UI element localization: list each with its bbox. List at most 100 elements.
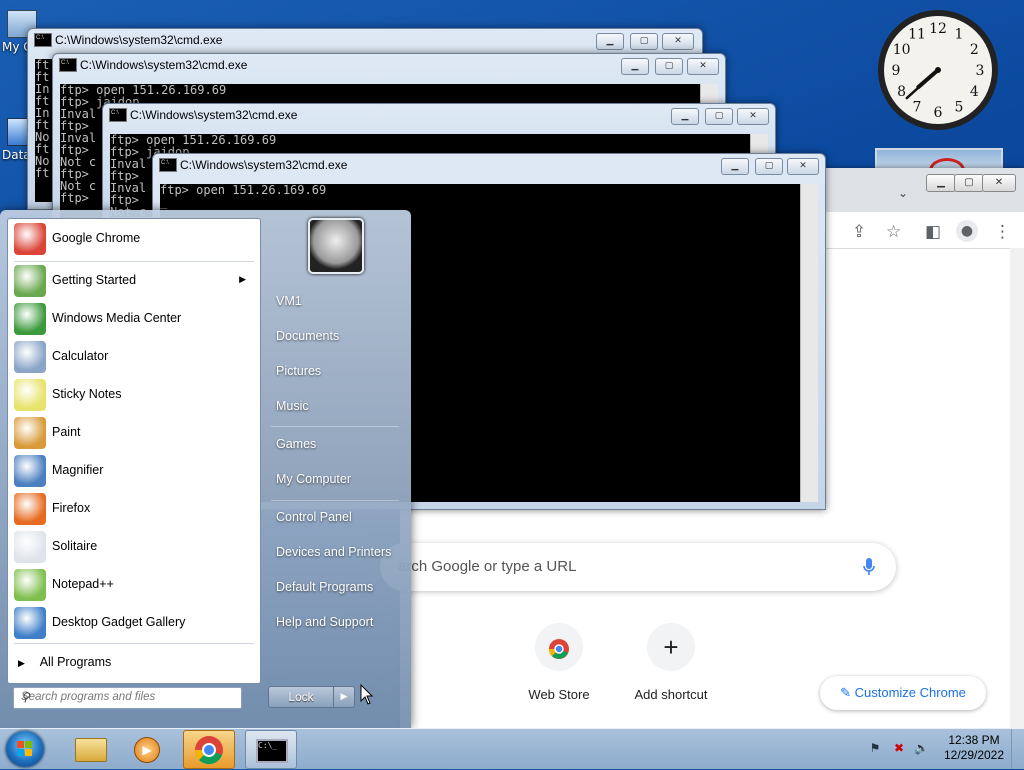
- start-menu-programs: Google Chrome Getting Started ▶ Windows Med…: [7, 218, 261, 684]
- notepad-plus-plus-icon: [14, 569, 46, 601]
- program-item[interactable]: Solitaire: [12, 529, 256, 565]
- places-item[interactable]: Music: [276, 399, 309, 413]
- divider: [271, 426, 399, 427]
- lock-label: Lock: [288, 690, 314, 704]
- network-error-icon[interactable]: ✖: [892, 741, 906, 755]
- program-item[interactable]: Notepad++: [12, 567, 256, 603]
- taskbar-chrome[interactable]: [183, 730, 235, 769]
- chrome-icon: [194, 736, 223, 765]
- program-item[interactable]: Magnifier: [12, 453, 256, 489]
- shutdown-options-button[interactable]: ▶: [333, 686, 355, 708]
- program-label: Solitaire: [52, 539, 98, 553]
- taskbar-explorer[interactable]: [66, 730, 116, 767]
- search-input[interactable]: arch Google or type a URL: [380, 543, 896, 591]
- clock-number: 10: [893, 42, 911, 58]
- taskbar-cmd[interactable]: C:\_: [245, 730, 297, 769]
- clock-gadget[interactable]: 12 12 3 45678 9 1011: [876, 8, 1000, 132]
- minimize-button[interactable]: ▁: [721, 158, 749, 175]
- program-label: Getting Started: [52, 273, 137, 287]
- customize-label: Customize Chrome: [854, 685, 966, 700]
- gadget-gallery-icon: [14, 607, 46, 639]
- maximize-button[interactable]: ▢: [705, 108, 733, 125]
- clock-number: 3: [976, 63, 985, 79]
- maximize-button[interactable]: ▢: [630, 33, 658, 50]
- close-button[interactable]: ✕: [662, 33, 694, 50]
- share-icon[interactable]: ⇪: [852, 222, 866, 242]
- places-item[interactable]: Games: [276, 437, 316, 451]
- program-item[interactable]: Getting Started ▶: [12, 263, 256, 299]
- program-item[interactable]: Desktop Gadget Gallery: [12, 605, 256, 641]
- chrome-webstore-icon: [535, 623, 583, 671]
- firefox-icon: [14, 493, 46, 525]
- star-icon[interactable]: ☆: [886, 222, 901, 242]
- places-item[interactable]: Control Panel: [276, 510, 352, 524]
- volume-icon[interactable]: 🔈: [914, 741, 929, 755]
- window-title-text: C:\Windows\system32\cmd.exe: [55, 33, 223, 47]
- minimize-button[interactable]: ▁: [926, 174, 956, 192]
- sidepanel-icon[interactable]: ◧: [925, 222, 941, 242]
- taskbar-media-player[interactable]: ▶: [122, 730, 172, 767]
- clock-time: 12:38 PM: [948, 733, 1000, 747]
- clock-number: 4: [970, 84, 979, 100]
- mouse-cursor: [360, 684, 374, 705]
- places-item[interactable]: Pictures: [276, 364, 321, 378]
- maximize-button[interactable]: ▢: [954, 174, 984, 192]
- vertical-scrollbar[interactable]: [800, 184, 818, 502]
- microphone-icon[interactable]: [862, 557, 876, 577]
- places-item[interactable]: Help and Support: [276, 615, 373, 629]
- program-item[interactable]: Paint: [12, 415, 256, 451]
- system-clock[interactable]: 12:38 PM 12/29/2022: [940, 733, 1008, 763]
- show-desktop-button[interactable]: [1011, 729, 1024, 769]
- all-programs-label: All Programs: [39, 655, 112, 669]
- tab-search-icon[interactable]: ⌄: [898, 186, 908, 200]
- shortcut-label: Add shortcut: [634, 687, 708, 702]
- folder-icon: [75, 738, 107, 762]
- shortcut-web-store[interactable]: Web Store: [504, 623, 614, 702]
- minimize-button[interactable]: ▁: [596, 33, 624, 50]
- places-item[interactable]: Default Programs: [276, 580, 373, 594]
- user-avatar[interactable]: [308, 218, 364, 274]
- profile-icon[interactable]: ●: [956, 220, 978, 242]
- maximize-button[interactable]: ▢: [755, 158, 783, 175]
- start-button[interactable]: [6, 731, 44, 767]
- chrome-icon: [14, 223, 46, 255]
- shortcut-label: Web Store: [528, 687, 590, 702]
- program-item[interactable]: Calculator: [12, 339, 256, 375]
- magnifier-icon: [14, 455, 46, 487]
- paint-icon: [14, 417, 46, 449]
- cmd-icon: [59, 57, 77, 72]
- places-item[interactable]: VM1: [276, 294, 302, 308]
- start-search-input[interactable]: Search programs and files ⚲: [13, 687, 242, 709]
- close-button[interactable]: ✕: [982, 174, 1016, 192]
- lock-button[interactable]: Lock: [268, 686, 334, 708]
- solitaire-icon: [14, 531, 46, 563]
- windows-logo-icon: [17, 741, 32, 756]
- close-button[interactable]: ✕: [737, 108, 769, 125]
- kebab-menu-icon[interactable]: ⋮: [994, 222, 1011, 242]
- places-item[interactable]: Documents: [276, 329, 339, 343]
- places-item[interactable]: My Computer: [276, 472, 351, 486]
- close-button[interactable]: ✕: [787, 158, 819, 175]
- clock-date: 12/29/2022: [943, 748, 1005, 762]
- action-center-icon[interactable]: ⚑: [868, 741, 882, 755]
- maximize-button[interactable]: ▢: [655, 58, 683, 75]
- program-item[interactable]: Google Chrome: [12, 221, 256, 257]
- program-label: Windows Media Center: [52, 311, 182, 325]
- program-label: Sticky Notes: [52, 387, 122, 401]
- program-item[interactable]: Sticky Notes: [12, 377, 256, 413]
- program-item[interactable]: Windows Media Center: [12, 301, 256, 337]
- pencil-icon: ✎: [840, 685, 851, 700]
- customize-chrome-button[interactable]: ✎ Customize Chrome: [820, 676, 986, 710]
- program-item[interactable]: Firefox: [12, 491, 256, 527]
- cmd-icon: [34, 32, 52, 47]
- divider: [14, 643, 254, 644]
- clock-number: 12: [929, 21, 947, 37]
- minimize-button[interactable]: ▁: [671, 108, 699, 125]
- all-programs-button[interactable]: ▶ All Programs: [18, 655, 111, 669]
- minimize-button[interactable]: ▁: [621, 58, 649, 75]
- close-button[interactable]: ✕: [687, 58, 719, 75]
- places-item[interactable]: Devices and Printers: [276, 545, 391, 559]
- shortcut-add[interactable]: + Add shortcut: [616, 623, 726, 702]
- chrome-scrollbar[interactable]: [1010, 248, 1024, 728]
- program-label: Desktop Gadget Gallery: [52, 615, 186, 629]
